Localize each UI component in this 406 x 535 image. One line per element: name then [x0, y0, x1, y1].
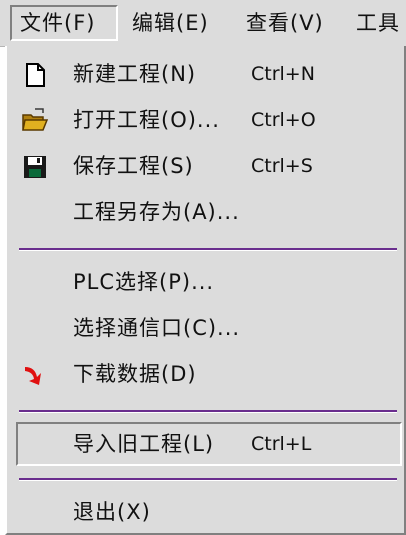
- new-file-icon: [26, 63, 45, 87]
- menu-item-shortcut: Ctrl+N: [251, 63, 315, 85]
- menu-item-save-as[interactable]: 工程另存为(A)...: [7, 190, 404, 234]
- menu-item-exit[interactable]: 退出(X): [7, 490, 404, 534]
- menu-file[interactable]: 文件(F): [10, 5, 118, 41]
- menu-item-label: 工程另存为(A)...: [73, 200, 240, 224]
- menu-edit[interactable]: 编辑(E): [124, 5, 238, 41]
- menu-item-select-port[interactable]: 选择通信口(C)...: [7, 306, 404, 350]
- menu-item-label: 保存工程(S): [73, 154, 194, 178]
- save-disk-icon: [24, 156, 46, 178]
- menu-item-label: 下载数据(D): [73, 362, 197, 386]
- menu-item-plc-select[interactable]: PLC选择(P)...: [7, 260, 404, 304]
- open-folder-icon: [22, 108, 49, 131]
- menu-bar: 文件(F) 编辑(E) 查看(V) 工具: [0, 0, 406, 47]
- menu-tools[interactable]: 工具: [348, 5, 406, 41]
- menu-separator: [19, 478, 397, 481]
- menu-item-download-data[interactable]: 下载数据(D): [7, 352, 404, 396]
- menu-item-label: 新建工程(N): [73, 62, 197, 86]
- menu-item-label: 打开工程(O)...: [73, 108, 220, 132]
- menu-view[interactable]: 查看(V): [238, 5, 348, 41]
- menu-item-import-old-project[interactable]: 导入旧工程(L) Ctrl+L: [16, 422, 402, 466]
- menu-item-new-project[interactable]: 新建工程(N) Ctrl+N: [7, 52, 404, 96]
- menu-item-shortcut: Ctrl+O: [251, 109, 316, 131]
- menu-item-label: 退出(X): [73, 500, 151, 524]
- download-arrow-icon: [25, 367, 41, 385]
- menu-item-label: 导入旧工程(L): [73, 432, 215, 456]
- menu-item-label: 选择通信口(C)...: [73, 316, 241, 340]
- menu-item-shortcut: Ctrl+L: [251, 433, 312, 455]
- file-menu-dropdown: 新建工程(N) Ctrl+N 打开工程(O)... Ctrl+O 保存工程(S)…: [5, 46, 406, 535]
- menu-separator: [19, 410, 397, 413]
- menu-item-save-project[interactable]: 保存工程(S) Ctrl+S: [7, 144, 404, 188]
- menu-item-shortcut: Ctrl+S: [251, 155, 313, 177]
- menu-separator: [19, 248, 397, 251]
- menu-item-open-project[interactable]: 打开工程(O)... Ctrl+O: [7, 98, 404, 142]
- menu-item-label: PLC选择(P)...: [73, 270, 215, 294]
